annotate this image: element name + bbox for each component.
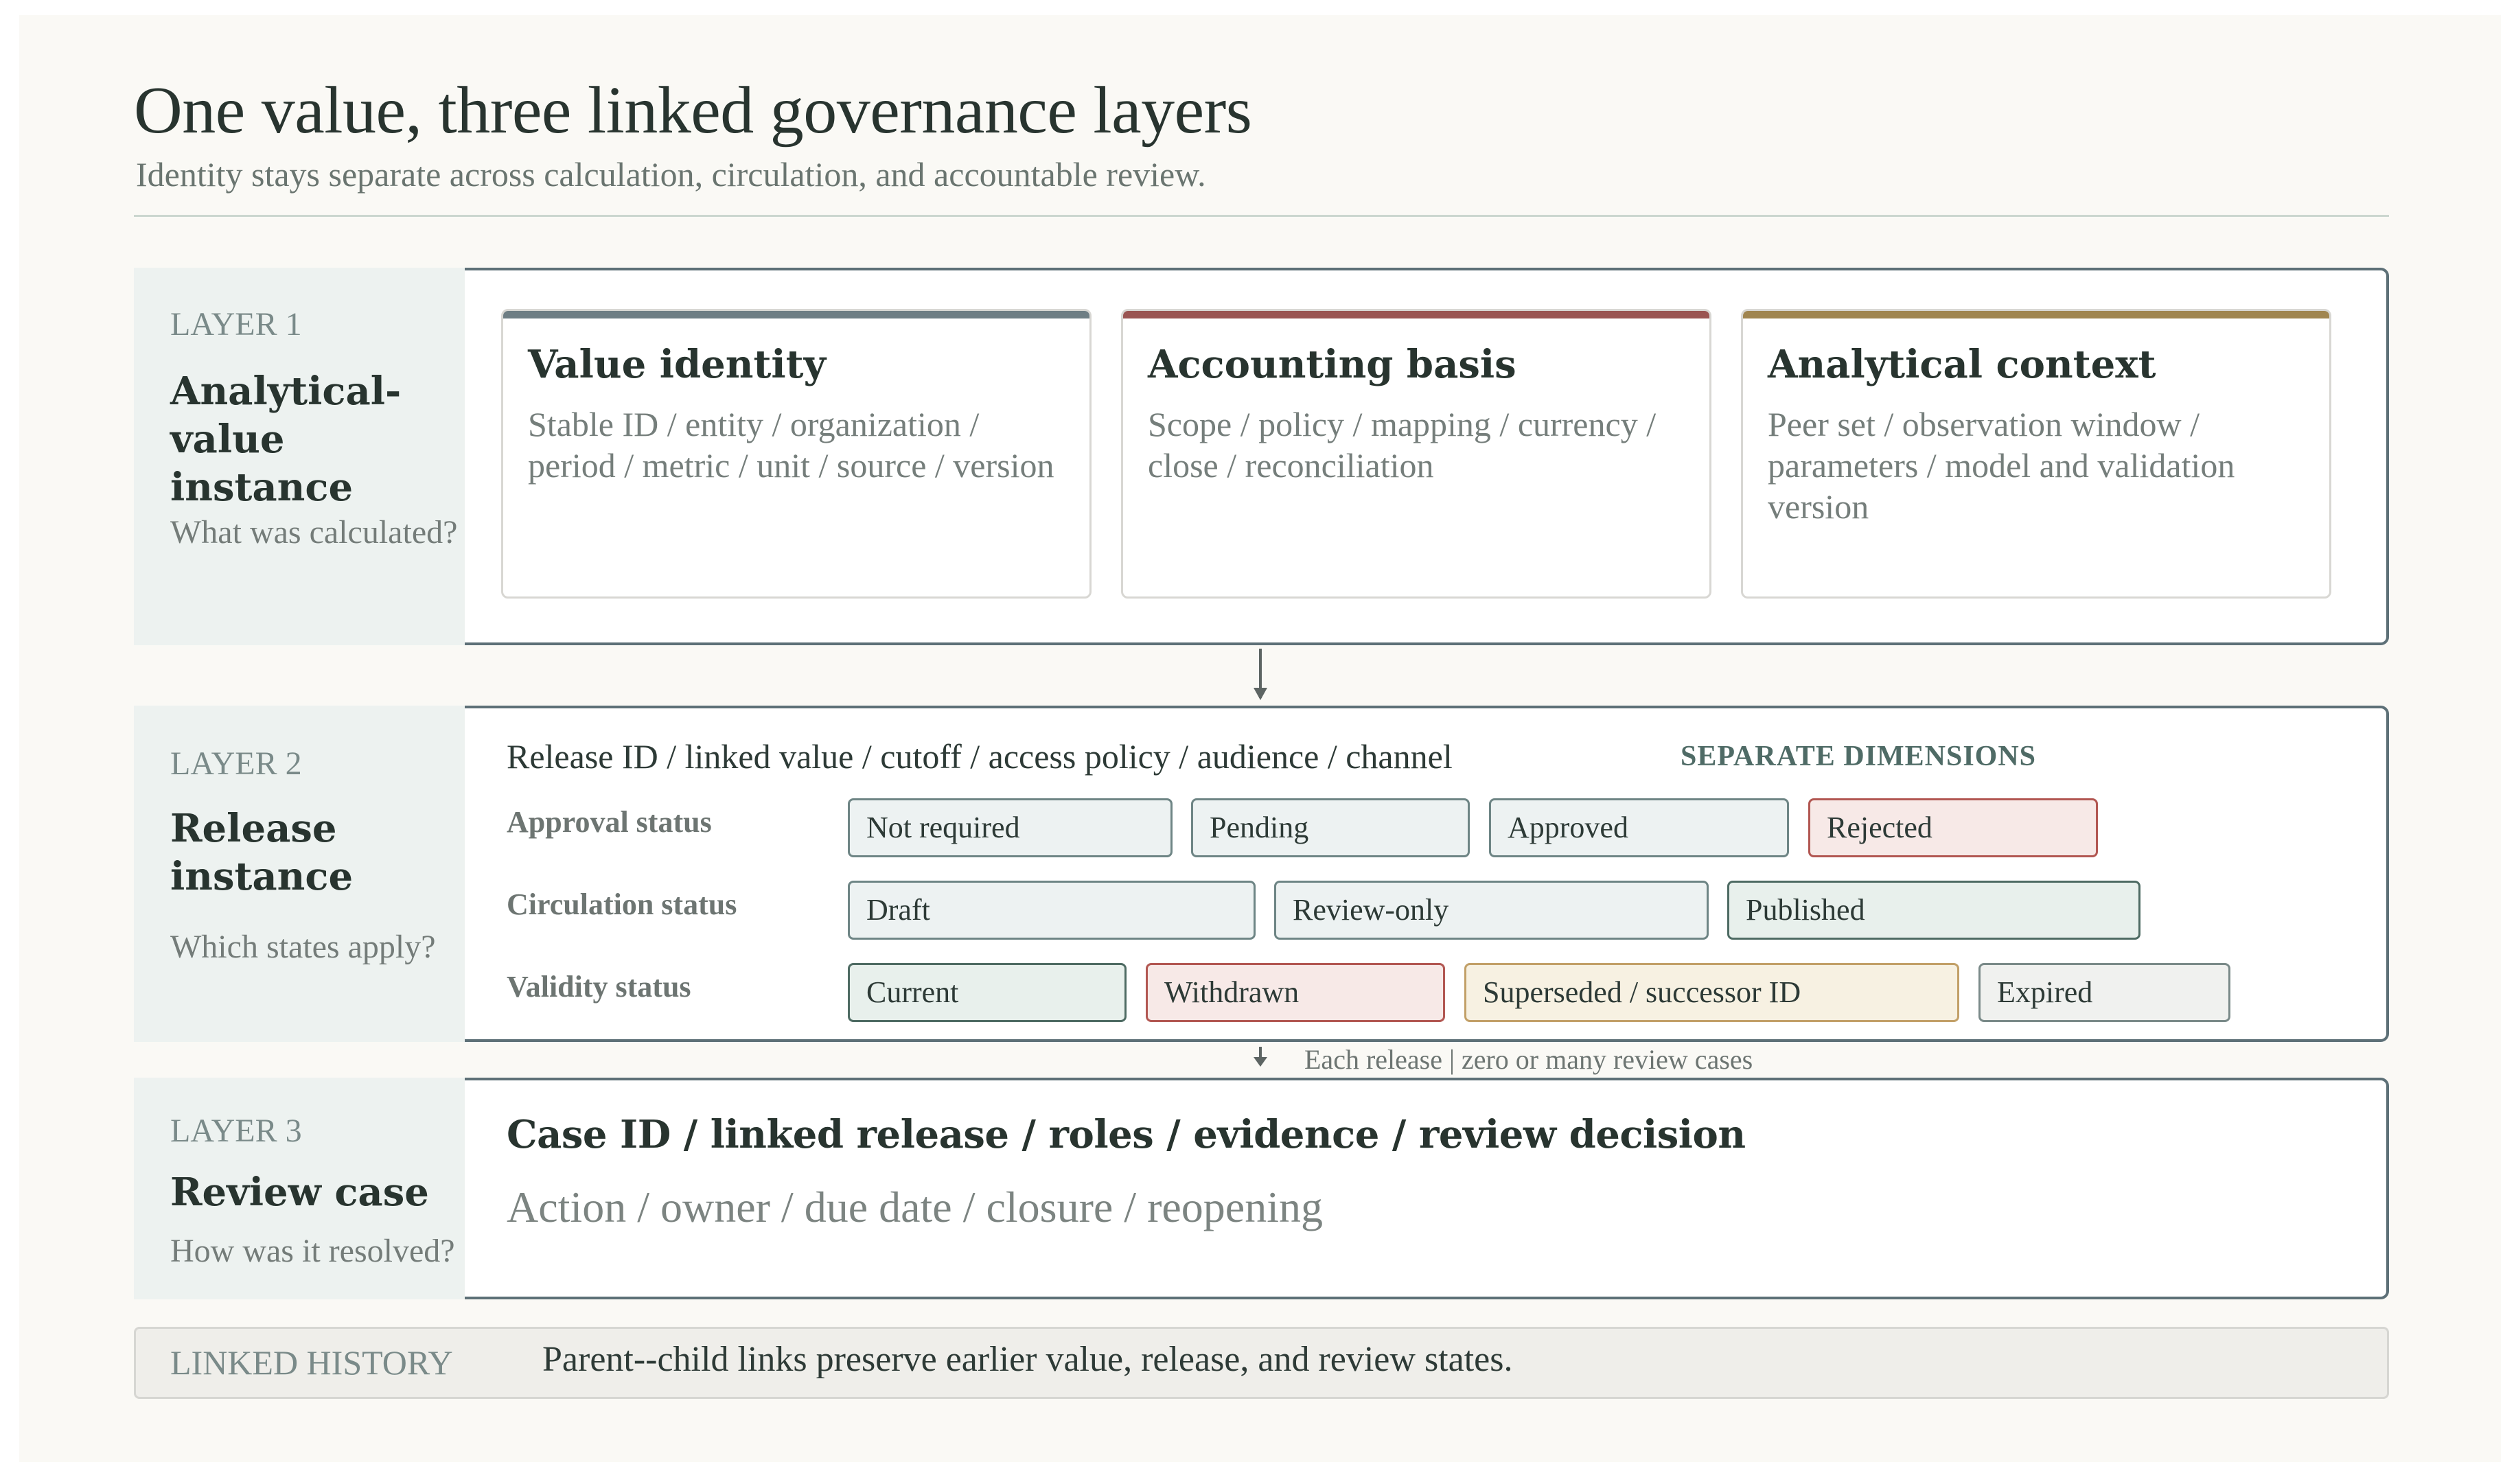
chip-rejected: Rejected xyxy=(1808,798,2098,857)
card-title: Value identity xyxy=(528,342,827,387)
chip-pending: Pending xyxy=(1191,798,1470,857)
layer3-question: How was it resolved? xyxy=(170,1233,455,1269)
connector-label: Each release | zero or many review cases xyxy=(1304,1044,1753,1075)
chip-withdrawn: Withdrawn xyxy=(1146,963,1445,1022)
page-title: One value, three linked governance layer… xyxy=(134,73,1252,148)
card-body: Stable ID / entity / organization / peri… xyxy=(528,405,1054,485)
layer3-name: Review case xyxy=(170,1170,429,1215)
card-accent-bar xyxy=(1123,311,1709,318)
card-title: Analytical context xyxy=(1768,342,2156,387)
card-accent-bar xyxy=(1743,311,2329,318)
card-title: Accounting basis xyxy=(1148,342,1516,387)
chip-current: Current xyxy=(848,963,1127,1022)
page-subtitle: Identity stays separate across calculati… xyxy=(136,155,1206,194)
review-case-actions: Action / owner / due date / closure / re… xyxy=(507,1183,1323,1231)
title-divider xyxy=(134,215,2389,217)
chip-expired: Expired xyxy=(1978,963,2230,1022)
card-body: Peer set / observation window / paramete… xyxy=(1768,405,2235,526)
separate-dimensions-label: SEPARATE DIMENSIONS xyxy=(1681,741,2037,772)
chip-not-required: Not required xyxy=(848,798,1173,857)
card-value-identity: Value identity Stable ID / entity / orga… xyxy=(501,309,1092,599)
arrow-down-icon xyxy=(1254,1057,1267,1067)
layer2-name: Release instance xyxy=(170,806,354,899)
card-accounting-basis: Accounting basis Scope / policy / mappin… xyxy=(1121,309,1711,599)
circulation-status-label: Circulation status xyxy=(507,888,737,921)
arrow-down-icon xyxy=(1254,688,1267,700)
release-fields: Release ID / linked value / cutoff / acc… xyxy=(507,737,1453,776)
card-analytical-context: Analytical context Peer set / observatio… xyxy=(1741,309,2331,599)
linked-history-bar: LINKED HISTORY Parent--child links prese… xyxy=(134,1327,2389,1399)
validity-status-label: Validity status xyxy=(507,970,691,1004)
card-accent-bar xyxy=(503,311,1089,318)
layer1-question: What was calculated? xyxy=(170,514,458,550)
chip-published: Published xyxy=(1727,881,2140,940)
linked-history-text: Parent--child links preserve earlier val… xyxy=(542,1340,1513,1379)
layer1-tag: LAYER 1 xyxy=(170,306,302,343)
layer2-tag: LAYER 2 xyxy=(170,745,302,782)
linked-history-tag: LINKED HISTORY xyxy=(170,1343,453,1382)
layer3-tag: LAYER 3 xyxy=(170,1113,302,1149)
chip-approved: Approved xyxy=(1489,798,1789,857)
card-body: Scope / policy / mapping / currency / cl… xyxy=(1148,405,1657,485)
approval-status-label: Approval status xyxy=(507,805,712,839)
chip-superseded: Superseded / successor ID xyxy=(1464,963,1959,1022)
layer2-question: Which states apply? xyxy=(170,929,436,965)
chip-review-only: Review-only xyxy=(1274,881,1709,940)
review-case-fields: Case ID / linked release / roles / evide… xyxy=(507,1112,1746,1157)
chip-draft: Draft xyxy=(848,881,1256,940)
layer1-name: Analytical-value instance xyxy=(170,369,402,510)
